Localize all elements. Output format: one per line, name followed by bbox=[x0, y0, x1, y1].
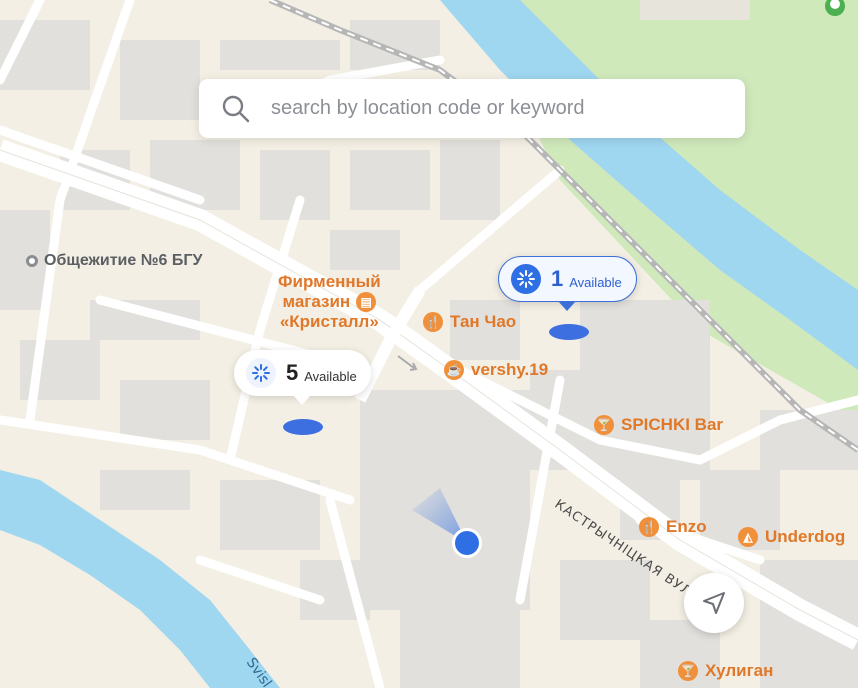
poi-store-line2: магазин bbox=[282, 292, 351, 311]
locate-me-button[interactable] bbox=[684, 573, 744, 633]
cluster-bubble[interactable]: 5 Available bbox=[234, 350, 371, 405]
poi-store-line3: «Кристалл» bbox=[279, 312, 379, 331]
pizza-icon: ◭ bbox=[738, 527, 758, 547]
restaurant-icon: 🍴 bbox=[639, 517, 659, 537]
spinner-icon bbox=[511, 264, 541, 294]
poi-tanchao[interactable]: 🍴 Тан Чао bbox=[423, 312, 516, 332]
spot-marker bbox=[549, 324, 589, 340]
place-dot-icon bbox=[26, 255, 38, 267]
spinner-icon bbox=[246, 358, 276, 388]
spot-marker bbox=[283, 419, 323, 435]
search-bar[interactable] bbox=[199, 79, 745, 138]
poi-spichki[interactable]: 🍸 SPICHKI Bar bbox=[594, 415, 723, 435]
poi-underdog[interactable]: ◭ Underdog bbox=[738, 527, 845, 547]
cluster-count: 5 bbox=[286, 360, 299, 385]
poi-huligan-label: Хулиган bbox=[705, 661, 774, 680]
navigation-arrow-icon bbox=[703, 592, 725, 614]
current-location-dot bbox=[455, 531, 479, 555]
bar-icon: 🍸 bbox=[594, 415, 614, 435]
cluster-label: Available bbox=[304, 368, 357, 384]
search-icon bbox=[222, 95, 250, 122]
cluster-count: 1 bbox=[551, 266, 564, 291]
poi-tanchao-label: Тан Чао bbox=[450, 312, 517, 331]
poi-store-line1: Фирменный bbox=[278, 272, 381, 291]
poi-vershy-label: vershy.19 bbox=[471, 360, 549, 379]
bar-icon: 🍸 bbox=[678, 661, 698, 681]
poi-huligan[interactable]: 🍸 Хулиган bbox=[678, 661, 773, 681]
poi-underdog-label: Underdog bbox=[765, 527, 846, 546]
poi-enzo[interactable]: 🍴 Enzo bbox=[639, 517, 707, 537]
place-dorm[interactable]: Общежитие №6 БГУ bbox=[26, 252, 202, 270]
cluster-bubble-selected[interactable]: 1 Available bbox=[498, 256, 637, 311]
poi-spichki-label: SPICHKI Bar bbox=[621, 415, 724, 434]
map-view[interactable]: Общежитие №6 БГУ Фирменный магазин ▤ «Кр… bbox=[0, 0, 858, 688]
poi-vershy[interactable]: ☕ vershy.19 bbox=[444, 360, 548, 380]
place-dorm-label: Общежитие №6 БГУ bbox=[44, 252, 203, 269]
shop-icon: ▤ bbox=[356, 292, 377, 312]
poi-enzo-label: Enzo bbox=[666, 517, 707, 536]
cluster-label: Available bbox=[569, 274, 622, 290]
restaurant-icon: 🍴 bbox=[423, 312, 443, 332]
search-input[interactable] bbox=[269, 96, 713, 121]
cafe-icon: ☕ bbox=[444, 360, 464, 380]
poi-store[interactable]: Фирменный магазин ▤ «Кристалл» bbox=[278, 272, 381, 332]
